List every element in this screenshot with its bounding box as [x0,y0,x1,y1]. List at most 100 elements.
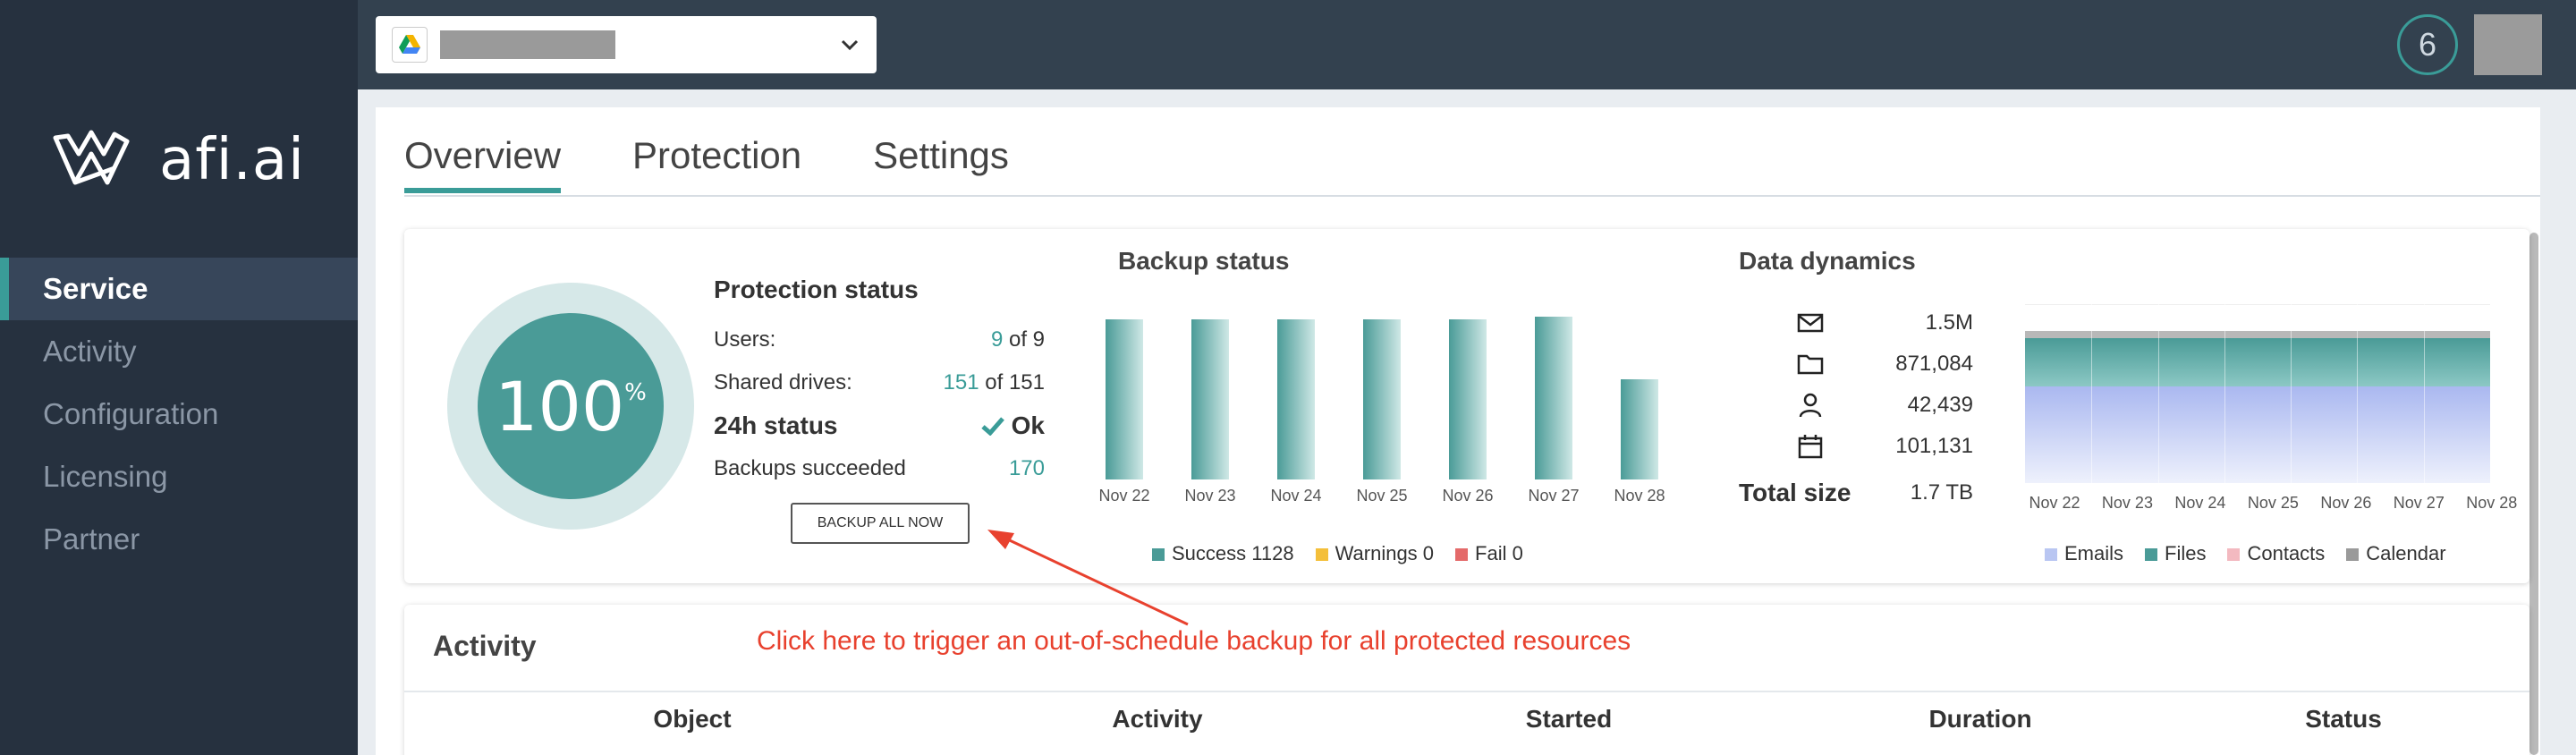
legend-swatch [2045,548,2057,562]
sidebar: afi.ai Service Activity Configuration Li… [0,0,358,755]
gridline [2291,304,2292,483]
check-icon [980,417,1004,436]
activity-title: Activity [433,630,537,662]
data-dynamics-title: Data dynamics [1739,247,1916,275]
sidebar-item-licensing[interactable]: Licensing [0,445,358,508]
sidebar-item-label: Partner [43,522,140,556]
backup-bar-nov-25[interactable] [1363,318,1401,479]
column-header-object[interactable]: Object [433,705,952,734]
calendar-stat: 101,131 [1739,426,1973,467]
sidebar-item-partner[interactable]: Partner [0,508,358,571]
percent-value: 100 [495,366,625,446]
legend-swatch [2145,548,2158,562]
chevron-down-icon [841,39,859,51]
sidebar-item-configuration[interactable]: Configuration [0,383,358,445]
status-value: Ok [1011,411,1045,439]
annotation-text: Click here to trigger an out-of-schedule… [757,626,1631,656]
x-tick-label: Nov 28 [1614,487,1665,505]
scrollbar[interactable] [2529,233,2538,755]
legend-item[interactable]: Success 1128 [1152,542,1294,565]
drives-row: Shared drives: 151 of 151 [714,361,1045,404]
sidebar-item-label: Configuration [43,397,219,430]
mail-icon [1797,313,1824,333]
users-total: of 9 [1008,327,1045,352]
backup-status-title: Backup status [1118,247,1290,275]
legend-swatch [1315,548,1328,562]
calendar-band [2025,331,2490,338]
column-header-activity[interactable]: Activity [952,705,1363,734]
column-header-started[interactable]: Started [1363,705,1775,734]
x-tick-label: Nov 22 [2029,494,2080,512]
backup-bar-nov-24[interactable] [1277,318,1315,479]
x-tick-label: Nov 25 [2247,494,2299,512]
column-header-status[interactable]: Status [2186,705,2501,734]
activity-table-header: Object Activity Started Duration Status [433,705,2501,734]
x-tick-label: Nov 24 [1270,487,1322,505]
backup-bar-nov-22[interactable] [1106,318,1143,479]
users-row: Users: 9 of 9 [714,318,1045,361]
legend-item[interactable]: Calendar [2346,542,2446,565]
sidebar-item-label: Licensing [43,460,168,493]
calendar-icon [1798,435,1823,459]
protection-ring: 100% [447,283,694,530]
protection-status: Protection status Users: 9 of 9 Shared d… [714,276,1045,490]
emails-band [2025,386,2490,483]
service-selector[interactable] [376,16,877,73]
person-icon [1799,393,1822,418]
total-size-label: Total size [1739,479,1852,506]
legend-swatch [2346,548,2360,562]
tab-protection[interactable]: Protection [632,134,801,193]
emails-stat: 1.5M [1739,302,1973,344]
backup-bar-nov-26[interactable] [1449,318,1487,479]
legend-item[interactable]: Emails [2045,542,2123,565]
backup-all-now-button[interactable]: BACKUP ALL NOW [791,503,970,544]
backup-bar-nov-23[interactable] [1191,318,1229,479]
backup-bar-nov-27[interactable] [1535,317,1572,479]
google-drive-icon [392,27,428,63]
tabs-divider [404,195,2540,197]
contacts-stat: 42,439 [1739,385,1973,426]
backups-label: Backups succeeded [714,456,906,480]
legend-item[interactable]: Fail 0 [1455,542,1523,565]
column-header-duration[interactable]: Duration [1775,705,2186,734]
top-bar: 6 [358,0,2576,89]
drives-value[interactable]: 151 [944,370,979,394]
crown-logo-icon [53,130,130,185]
x-tick-label: Nov 23 [2101,494,2153,512]
backup-bar-nov-28[interactable] [1621,379,1658,479]
users-value[interactable]: 9 [991,327,1003,352]
files-value: 871,084 [1895,352,1973,376]
calendar-value: 101,131 [1895,434,1973,458]
data-dynamics-legend: Emails Files Contacts Calendar [2045,542,2446,565]
activity-divider [404,691,2529,692]
overview-card: 100% Protection status Users: 9 of 9 Sha… [404,229,2529,583]
avatar[interactable] [2474,14,2542,75]
tab-overview[interactable]: Overview [404,134,562,193]
notification-badge[interactable]: 6 [2397,14,2458,75]
data-dynamics-stats: 1.5M 871,084 42,439 101,131 Total size 1… [1739,302,1973,513]
total-size-row: Total size 1.7 TB [1739,472,1973,513]
x-tick-label: Nov 22 [1098,487,1150,505]
users-label: Users: [714,327,776,352]
x-tick-label: Nov 25 [1356,487,1408,505]
gridline [2423,304,2425,483]
legend-item[interactable]: Warnings 0 [1315,542,1434,565]
sidebar-item-service[interactable]: Service [0,258,358,320]
sidebar-item-activity[interactable]: Activity [0,320,358,383]
gridline [2091,304,2093,483]
legend-item[interactable]: Files [2145,542,2206,565]
gridline [2224,304,2225,483]
backups-value[interactable]: 170 [1009,456,1045,481]
chart-top-gridline [2025,304,2490,305]
emails-value: 1.5M [1925,310,1973,335]
tab-settings[interactable]: Settings [873,134,1009,193]
afi-logo[interactable]: afi.ai [52,127,305,193]
legend-swatch [1455,548,1469,562]
sidebar-item-label: Activity [43,335,137,368]
x-tick-label: Nov 27 [2393,494,2445,512]
x-tick-label: Nov 27 [1528,487,1580,505]
total-size-value: 1.7 TB [1910,480,1973,505]
legend-item[interactable]: Contacts [2227,542,2325,565]
x-tick-label: Nov 26 [2320,494,2372,512]
protection-percent: 100% [478,313,664,499]
